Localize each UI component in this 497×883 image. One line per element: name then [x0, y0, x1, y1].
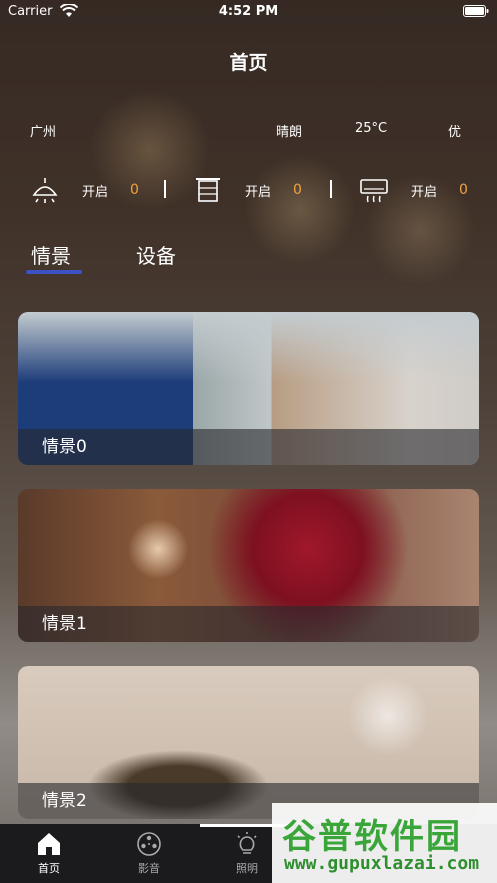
tab-home-label: 首页 [38, 862, 60, 875]
watermark-logo: 谷普软件园 www.gupuxlazai.com [272, 803, 497, 883]
tab-lighting-label: 照明 [236, 862, 258, 875]
device-curtain-label: 开启 [245, 184, 272, 200]
air-conditioner-icon [360, 179, 388, 203]
device-lamp-count: 0 [130, 182, 139, 198]
tab-indicator [26, 270, 82, 274]
curtain-icon [196, 178, 220, 202]
temperature-label: 25°C [355, 121, 388, 136]
home-icon [38, 833, 60, 855]
device-summary: 开启 0 开启 0 开启 0 [0, 170, 497, 210]
status-time: 4:52 PM [218, 4, 279, 19]
scene-card-label: 情景1 [18, 606, 479, 642]
device-air-conditioner[interactable]: 开启 0 [359, 170, 468, 210]
weather-label: 晴朗 [276, 125, 303, 140]
divider [164, 180, 166, 198]
tab-lighting[interactable]: 照明 [217, 830, 277, 876]
page-title: 首页 [229, 52, 268, 74]
air-quality-label: 优 [448, 125, 462, 140]
watermark-title: 谷普软件园 [282, 817, 462, 857]
tab-media[interactable]: 影音 [119, 830, 179, 876]
light-bulb-icon [237, 832, 257, 854]
device-curtain-count: 0 [293, 182, 302, 198]
scene-card-2[interactable]: 情景2 [18, 666, 479, 819]
device-ac-label: 开启 [411, 184, 438, 200]
device-lamp-label: 开启 [82, 184, 109, 200]
weather-info: 广州 晴朗 25°C 优 [0, 121, 497, 140]
device-lamp[interactable]: 开启 0 [30, 170, 139, 210]
device-ac-count: 0 [459, 182, 468, 198]
scene-card-1[interactable]: 情景1 [18, 489, 479, 642]
tab-bar-top: 情景 设备 [0, 240, 497, 280]
scene-card-0[interactable]: 情景0 [18, 312, 479, 465]
device-curtain[interactable]: 开启 0 [193, 170, 302, 210]
status-bar: Carrier 4:52 PM [0, 0, 497, 22]
battery-icon [463, 5, 489, 17]
tab-devices[interactable]: 设备 [136, 240, 176, 269]
tab-scenes[interactable]: 情景 [31, 240, 71, 269]
watermark-url: www.gupuxlazai.com [284, 853, 480, 874]
tab-home[interactable]: 首页 [19, 830, 79, 876]
city-label: 广州 [30, 125, 57, 140]
film-reel-icon [137, 832, 161, 856]
ceiling-lamp-icon [32, 178, 58, 203]
scene-card-label: 情景0 [18, 429, 479, 465]
tab-media-label: 影音 [138, 862, 160, 875]
divider [330, 180, 332, 198]
